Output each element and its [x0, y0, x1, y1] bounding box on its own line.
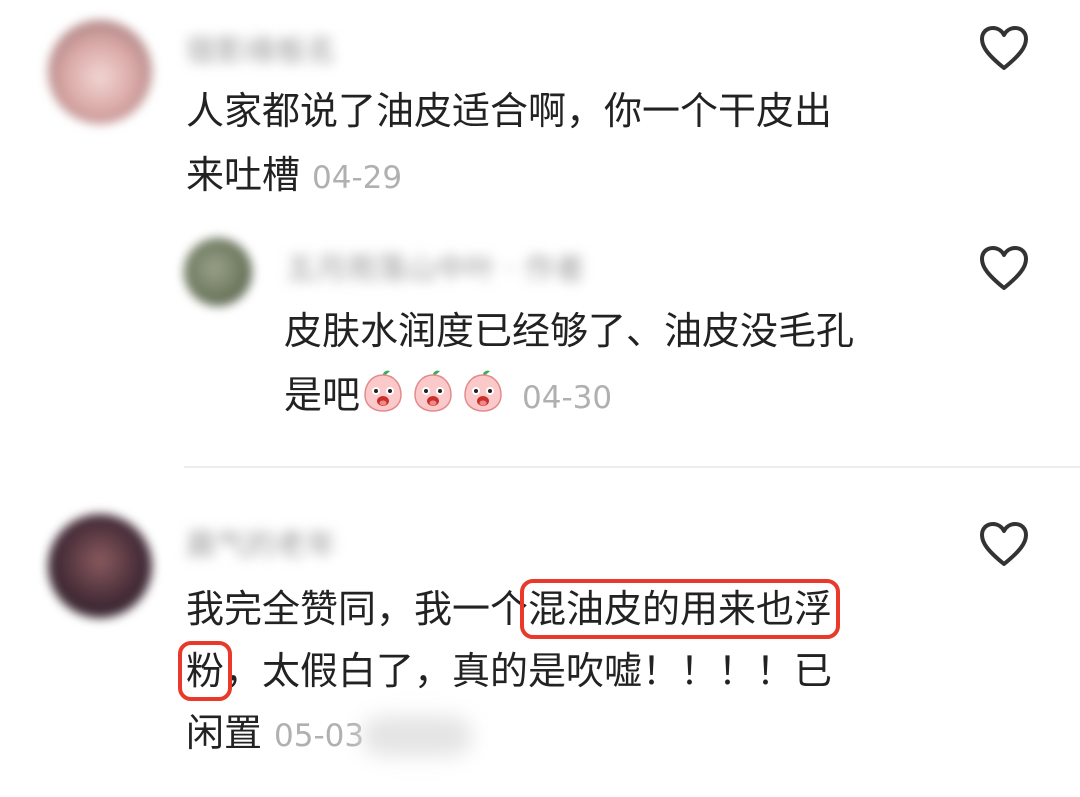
comment-text: 闲置: [186, 711, 263, 755]
comment-text: ，太假白了，真的是吹嘘！！！！已: [224, 649, 833, 693]
username[interactable]: 宿影缘板名: [186, 26, 336, 70]
comment-text-line-2: 粉，太假白了，真的是吹嘘！！！！已: [177, 640, 833, 702]
peach-emoji: [364, 370, 402, 412]
comment-item: 晨气的老年 我完全赞同，我一个混油皮的用来也浮 粉，太假白了，真的是吹嘘！！！！…: [0, 490, 1080, 797]
heart-outline-icon[interactable]: [978, 244, 1030, 292]
heart-outline-icon[interactable]: [978, 24, 1030, 72]
blurred-region: [362, 716, 472, 756]
comment-text: 来吐槽: [186, 153, 301, 197]
comment-timestamp: 04-29: [312, 160, 403, 196]
username[interactable]: 晨气的老年: [186, 520, 336, 564]
comment-item: 宿影缘板名 人家都说了油皮适合啊，你一个干皮出 来吐槽 04-29: [0, 0, 1080, 230]
comment-text-line-2: 是吧 04-30: [284, 364, 612, 429]
avatar[interactable]: [184, 238, 252, 306]
peach-emoji: [414, 370, 452, 412]
comment-text-line-3: 闲置 05-03: [186, 702, 364, 767]
highlighted-text: 混油皮的用来也浮: [520, 579, 841, 639]
username[interactable]: 五月雨落山中叶 · 作者: [286, 244, 585, 288]
comment-timestamp: 04-30: [522, 380, 613, 416]
divider: [184, 466, 1080, 468]
comment-text-line-2: 来吐槽 04-29: [186, 144, 402, 209]
avatar[interactable]: [48, 514, 152, 618]
heart-outline-icon[interactable]: [978, 520, 1030, 568]
comment-text-line-1: 皮肤水润度已经够了、油皮没毛孔: [284, 309, 855, 353]
comment-text: 我完全赞同，我一个: [186, 587, 529, 631]
highlighted-text: 粉: [177, 641, 233, 701]
comment-text-line-1: 我完全赞同，我一个混油皮的用来也浮: [186, 578, 841, 640]
comment-text: 是吧: [284, 373, 361, 417]
reply-item: 五月雨落山中叶 · 作者 皮肤水润度已经够了、油皮没毛孔 是吧 04-30: [0, 230, 1080, 440]
peach-emoji: [464, 370, 502, 412]
avatar[interactable]: [48, 20, 152, 124]
comment-timestamp: 05-03: [274, 718, 365, 754]
comment-text-line-1: 人家都说了油皮适合啊，你一个干皮出: [186, 89, 833, 133]
